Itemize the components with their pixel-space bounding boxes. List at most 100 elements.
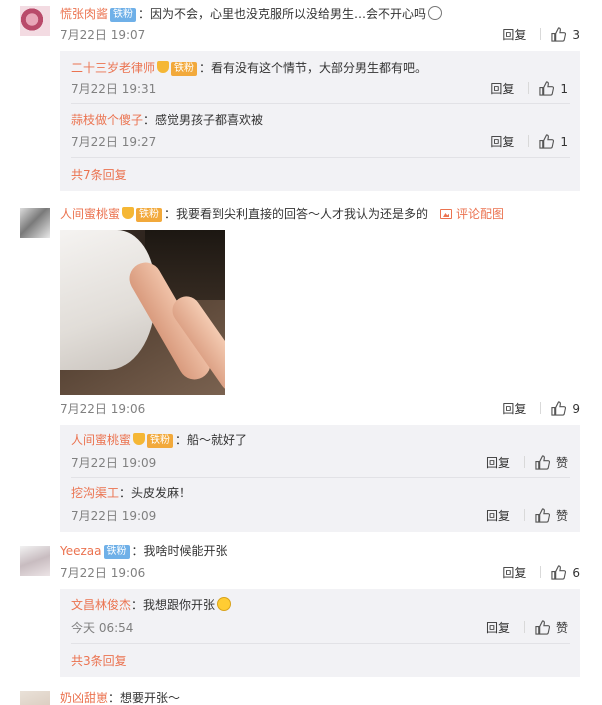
username-link[interactable]: 奶凶甜崽 (60, 691, 108, 705)
thumbs-up-icon[interactable] (551, 401, 567, 416)
comment-text: ：因为不会，心里也没克服所以没给男生 (138, 7, 355, 21)
divider (71, 643, 570, 644)
image-icon (440, 209, 453, 219)
thumbs-up-icon[interactable] (551, 27, 567, 42)
comment-actions: 回复 6 (502, 564, 580, 582)
like-label: 赞 (555, 621, 568, 635)
reply-body: 挖沟渠工：头皮发麻！ (71, 484, 191, 502)
emoji-icon (428, 6, 443, 20)
reply-text: ：我想跟你开张 (131, 598, 216, 612)
divider (71, 477, 570, 478)
comment-text-tail: …会不开心吗 (354, 7, 427, 21)
username-link[interactable]: 挖沟渠工 (71, 486, 119, 500)
comment-time: 7月22日 19:07 (60, 28, 146, 42)
avatar[interactable] (20, 208, 50, 238)
divider (528, 82, 530, 94)
reply-text: ：船～就好了 (175, 433, 248, 447)
username-link[interactable]: 文昌林俊杰 (71, 598, 131, 612)
reply-body: 蒜枝做个傻子：感觉男孩子都喜欢被 (71, 111, 263, 129)
divider (528, 135, 530, 147)
reply-list: 二十三岁老律师 铁粉 ：看有没有这个情节，大部分男生都有吧。 7月22日 19:31… (60, 51, 580, 191)
like-count: 1 (560, 82, 568, 96)
like-count: 6 (572, 566, 580, 580)
comment-body: 人间蜜桃蜜 铁粉 ：我要看到尖利直接的回答～人才我认为还是多的 评论配图 (60, 205, 504, 223)
crown-icon (157, 61, 170, 73)
divider (71, 103, 570, 104)
comment-time: 7月22日 19:06 (60, 402, 146, 416)
more-replies-link[interactable]: 共3条回复 (71, 652, 127, 670)
comment-body: 奶凶甜崽：想要开张～ (60, 689, 180, 705)
divider (523, 456, 525, 468)
reply-time: 7月22日 19:09 (71, 456, 157, 470)
reply-list: 文昌林俊杰：我想跟你开张 今天 06:54 回复 赞 共3条回复 (60, 589, 580, 677)
reply-actions: 回复 赞 (486, 507, 568, 525)
username-link[interactable]: 二十三岁老律师 (71, 61, 155, 75)
thumbs-up-icon[interactable] (535, 508, 551, 523)
reply-button[interactable]: 回复 (502, 26, 526, 44)
divider (540, 28, 542, 40)
like-count: 3 (572, 28, 580, 42)
reply-time: 7月22日 19:09 (71, 509, 157, 523)
comment-picture-label: 评论配图 (456, 207, 505, 221)
fan-badge: 铁粉 (171, 62, 198, 76)
reply-actions: 回复 赞 (486, 454, 568, 472)
comment-body: Yeezaa 铁粉 ：我啥时候能开张 (60, 542, 228, 560)
username-link[interactable]: Yeezaa (60, 544, 102, 558)
reply-button[interactable]: 回复 (486, 507, 510, 525)
reply-button[interactable]: 回复 (502, 564, 526, 582)
divider (523, 621, 525, 633)
like-count: 9 (572, 402, 580, 416)
comment-actions: 回复 3 (502, 26, 580, 44)
comment-actions: 回复 9 (502, 400, 580, 418)
reply-body: 二十三岁老律师 铁粉 ：看有没有这个情节，大部分男生都有吧。 (71, 59, 427, 77)
thumbs-up-icon[interactable] (539, 134, 555, 149)
username-link[interactable]: 人间蜜桃蜜 (71, 433, 131, 447)
comment-text: ：想要开张～ (108, 691, 181, 705)
divider (540, 402, 542, 414)
reply-time: 7月22日 19:27 (71, 135, 157, 149)
reply-actions: 回复 1 (490, 80, 568, 98)
like-label: 赞 (555, 509, 568, 523)
fan-badge: 铁粉 (103, 545, 130, 559)
fan-badge: 铁粉 (136, 208, 163, 222)
like-count: 1 (560, 135, 568, 149)
reply-time: 今天 06:54 (71, 621, 134, 635)
reply-button[interactable]: 回复 (502, 400, 526, 418)
divider (540, 566, 542, 578)
avatar[interactable] (20, 691, 50, 705)
avatar[interactable] (20, 6, 50, 36)
crown-icon (122, 207, 135, 219)
comment-text: ：我要看到尖利直接的回答～人才我认为还是多的 (164, 207, 429, 221)
reply-text: ：看有没有这个情节，大部分男生都有吧。 (199, 61, 428, 75)
username-link[interactable]: 人间蜜桃蜜 (60, 207, 120, 221)
comment-picture-link[interactable]: 评论配图 (440, 207, 504, 221)
laughing-emoji-icon (217, 597, 232, 611)
avatar[interactable] (20, 546, 50, 576)
reply-button[interactable]: 回复 (490, 133, 514, 151)
fan-badge: 铁粉 (147, 434, 174, 448)
reply-body: 文昌林俊杰：我想跟你开张 (71, 596, 232, 614)
reply-text: ：感觉男孩子都喜欢被 (143, 113, 264, 127)
reply-text: ：头皮发麻！ (119, 486, 192, 500)
thumbs-up-icon[interactable] (539, 81, 555, 96)
comment-image[interactable] (60, 230, 225, 395)
fan-badge: 铁粉 (110, 8, 137, 22)
reply-button[interactable]: 回复 (490, 80, 514, 98)
like-label: 赞 (555, 456, 568, 470)
reply-list: 人间蜜桃蜜 铁粉 ：船～就好了 7月22日 19:09 回复赞 挖沟渠工：头皮发麻！… (60, 425, 580, 532)
divider (71, 157, 570, 158)
thumbs-up-icon[interactable] (551, 565, 567, 580)
thumbs-up-icon[interactable] (535, 455, 551, 470)
more-replies-link[interactable]: 共7条回复 (71, 166, 127, 184)
reply-button[interactable]: 回复 (486, 619, 510, 637)
reply-body: 人间蜜桃蜜 铁粉 ：船～就好了 (71, 431, 247, 449)
comment-time: 7月22日 19:06 (60, 566, 146, 580)
divider (523, 509, 525, 521)
username-link[interactable]: 慌张肉酱 (60, 7, 108, 21)
reply-button[interactable]: 回复 (486, 454, 510, 472)
thumbs-up-icon[interactable] (535, 620, 551, 635)
reply-actions: 回复 赞 (486, 619, 568, 637)
username-link[interactable]: 蒜枝做个傻子 (71, 113, 143, 127)
comment-text: ：我啥时候能开张 (131, 544, 228, 558)
reply-time: 7月22日 19:31 (71, 82, 157, 96)
